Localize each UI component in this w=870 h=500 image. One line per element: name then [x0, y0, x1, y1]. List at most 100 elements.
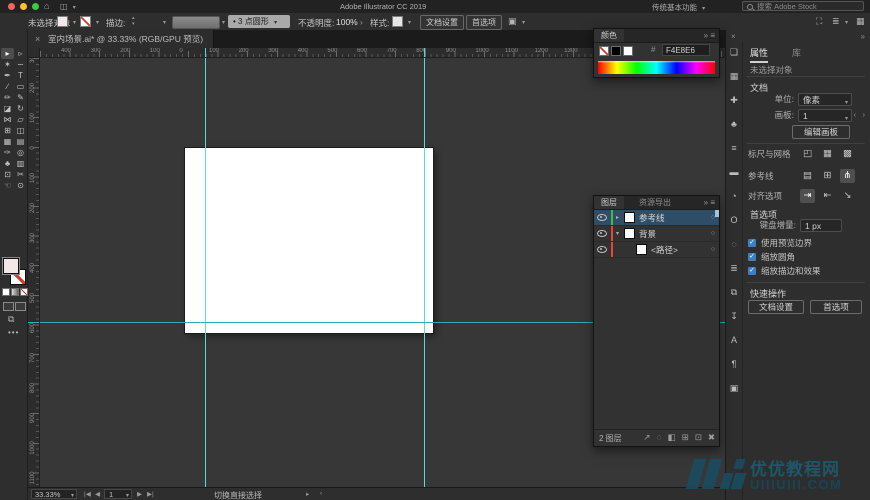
vertical-guide[interactable]: [205, 58, 206, 487]
show-grid-icon[interactable]: ▦: [820, 147, 835, 161]
selection-tool[interactable]: ▸: [1, 48, 14, 59]
direct-selection-tool[interactable]: ▹: [14, 48, 27, 59]
stroke-weight-caret-icon[interactable]: ▾: [163, 19, 166, 26]
fill-indicator-swatch[interactable]: [3, 258, 19, 274]
eyedropper-tool[interactable]: ✑: [1, 147, 14, 158]
artboard-nav-select[interactable]: 1▾: [104, 489, 132, 499]
none-color-swatch[interactable]: [599, 46, 609, 56]
color-spectrum-bar[interactable]: [598, 61, 715, 74]
document-setup-button[interactable]: 文档设置: [420, 15, 464, 30]
artboard[interactable]: [185, 148, 433, 333]
ruler-corner[interactable]: [28, 48, 40, 58]
delete-layer-icon[interactable]: ✖: [708, 432, 715, 443]
hand-tool[interactable]: ☜: [1, 180, 14, 191]
shape-builder-tool[interactable]: ⊞: [1, 125, 14, 136]
zoom-level-select[interactable]: 33.33%▾: [31, 489, 77, 499]
layer-row[interactable]: ▾背景○: [594, 226, 719, 242]
tab-properties[interactable]: 属性: [750, 46, 768, 63]
stroke-color-swatch[interactable]: [80, 16, 91, 27]
slice-tool[interactable]: ✂: [14, 169, 27, 180]
width-profile-dropdown[interactable]: [172, 16, 220, 29]
maximize-window-button[interactable]: [32, 3, 39, 10]
eraser-tool[interactable]: ◪: [1, 103, 14, 114]
layer-row[interactable]: <路径>○: [594, 242, 719, 258]
target-circle-icon[interactable]: ○: [711, 230, 715, 237]
style-caret-icon[interactable]: ▾: [408, 19, 411, 26]
close-panel-icon[interactable]: ×: [731, 32, 736, 41]
symbol-sprayer-tool[interactable]: ♣: [1, 158, 14, 169]
show-transparency-grid-icon[interactable]: ▩: [840, 147, 855, 161]
select-similar-icon[interactable]: ▣ ▾: [508, 16, 525, 27]
first-artboard-icon[interactable]: |◀: [84, 490, 91, 498]
artboards-panel-icon[interactable]: ▣: [727, 382, 741, 395]
locate-object-icon[interactable]: ◌: [657, 432, 662, 443]
rectangle-tool[interactable]: ▭: [14, 81, 27, 92]
document-tab[interactable]: × 室内场景.ai* @ 33.33% (RGB/GPU 预览): [28, 30, 214, 48]
stroke-weight-stepper[interactable]: ▴▾: [132, 15, 135, 27]
workspace-switcher[interactable]: 传统基本功能 ▾: [652, 2, 705, 13]
prev-artboard-icon[interactable]: ‹: [854, 112, 856, 119]
new-layer-icon[interactable]: ⊡: [695, 432, 702, 443]
preference-checkbox[interactable]: ✓缩放圆角: [748, 250, 866, 264]
expand-toggle-icon[interactable]: ▾: [616, 230, 624, 237]
artboard-select[interactable]: 1▾: [798, 109, 852, 122]
draw-normal-icon[interactable]: [3, 302, 14, 311]
snap-to-grid-icon[interactable]: ↘: [840, 189, 855, 203]
width-profile-caret-icon[interactable]: ▾: [222, 19, 225, 26]
last-artboard-icon[interactable]: ▶|: [147, 490, 154, 498]
lock-guides-icon[interactable]: ⊞: [820, 169, 835, 183]
target-circle-icon[interactable]: ○: [711, 246, 715, 253]
tab-layers[interactable]: 图层: [594, 196, 624, 209]
layout-switcher-icon[interactable]: ◫ ▾: [60, 2, 76, 11]
export-panel-icon[interactable]: ↧: [727, 310, 741, 323]
clipping-mask-icon[interactable]: ◧: [668, 432, 676, 443]
panel-collapse-menu-icons[interactable]: » ≡: [704, 196, 715, 209]
pencil-tool[interactable]: ✎: [14, 92, 27, 103]
arrange-documents-icon[interactable]: ⛶: [816, 16, 822, 27]
free-transform-tool[interactable]: ▱: [14, 114, 27, 125]
line-segment-tool[interactable]: ∕: [1, 81, 14, 92]
show-guides-icon[interactable]: ▤: [800, 169, 815, 183]
paragraph-panel-icon[interactable]: ¶: [727, 358, 741, 371]
prev-artboard-icon[interactable]: ◀: [95, 490, 100, 498]
scroll-left-icon[interactable]: ‹: [320, 490, 322, 497]
tab-color[interactable]: 颜色: [594, 29, 624, 42]
artboard-tool[interactable]: ⊡: [1, 169, 14, 180]
white-swatch[interactable]: [623, 46, 633, 56]
screen-mode-icon[interactable]: ⧉: [8, 314, 14, 325]
next-artboard-icon[interactable]: ›: [863, 112, 865, 119]
document-icon[interactable]: ❏: [727, 46, 741, 59]
color-mode-button[interactable]: [2, 288, 10, 296]
perspective-grid-tool[interactable]: ◫: [14, 125, 27, 136]
keyboard-increment-input[interactable]: 1 px: [800, 219, 842, 232]
effects-panel-icon[interactable]: ◌: [727, 238, 741, 251]
tab-libraries[interactable]: 库: [792, 46, 801, 61]
appearance-panel-icon[interactable]: O: [727, 214, 741, 227]
close-window-button[interactable]: [8, 3, 15, 10]
preferences-button[interactable]: 首选项: [466, 15, 502, 30]
vertical-ruler[interactable]: 3002001000100200300400500600700800900100…: [28, 58, 40, 487]
snap-to-point-icon[interactable]: ⇤: [820, 189, 835, 203]
type-tool[interactable]: T: [14, 70, 27, 81]
symbols-panel-icon[interactable]: ♣: [727, 118, 741, 131]
rotate-tool[interactable]: ↻: [14, 103, 27, 114]
gradient-tool[interactable]: ▤: [14, 136, 27, 147]
minimize-window-button[interactable]: [20, 3, 27, 10]
quick-action-preferences-button[interactable]: 首选项: [810, 300, 862, 314]
target-circle-icon[interactable]: ○: [711, 214, 715, 221]
stroke-caret-icon[interactable]: ▾: [96, 19, 99, 26]
zoom-tool[interactable]: ⊙: [14, 180, 27, 191]
next-artboard-icon[interactable]: ▶: [137, 490, 142, 498]
black-swatch[interactable]: [611, 46, 621, 56]
fill-color-swatch[interactable]: [57, 16, 68, 27]
width-tool[interactable]: ⋈: [1, 114, 14, 125]
transparency-panel-icon[interactable]: ◔: [727, 190, 741, 203]
fill-caret-icon[interactable]: ▾: [73, 19, 76, 26]
panel-collapse-menu-icons[interactable]: » ≡: [704, 29, 715, 42]
paintbrush-tool[interactable]: ✏: [1, 92, 14, 103]
tab-asset-export[interactable]: 资源导出: [632, 196, 678, 209]
gradient-panel-icon[interactable]: ▬: [727, 166, 741, 179]
column-graph-tool[interactable]: ▥: [14, 158, 27, 169]
layer-row[interactable]: ▸参考线○: [594, 210, 719, 226]
magic-wand-tool[interactable]: ✶: [1, 59, 14, 70]
